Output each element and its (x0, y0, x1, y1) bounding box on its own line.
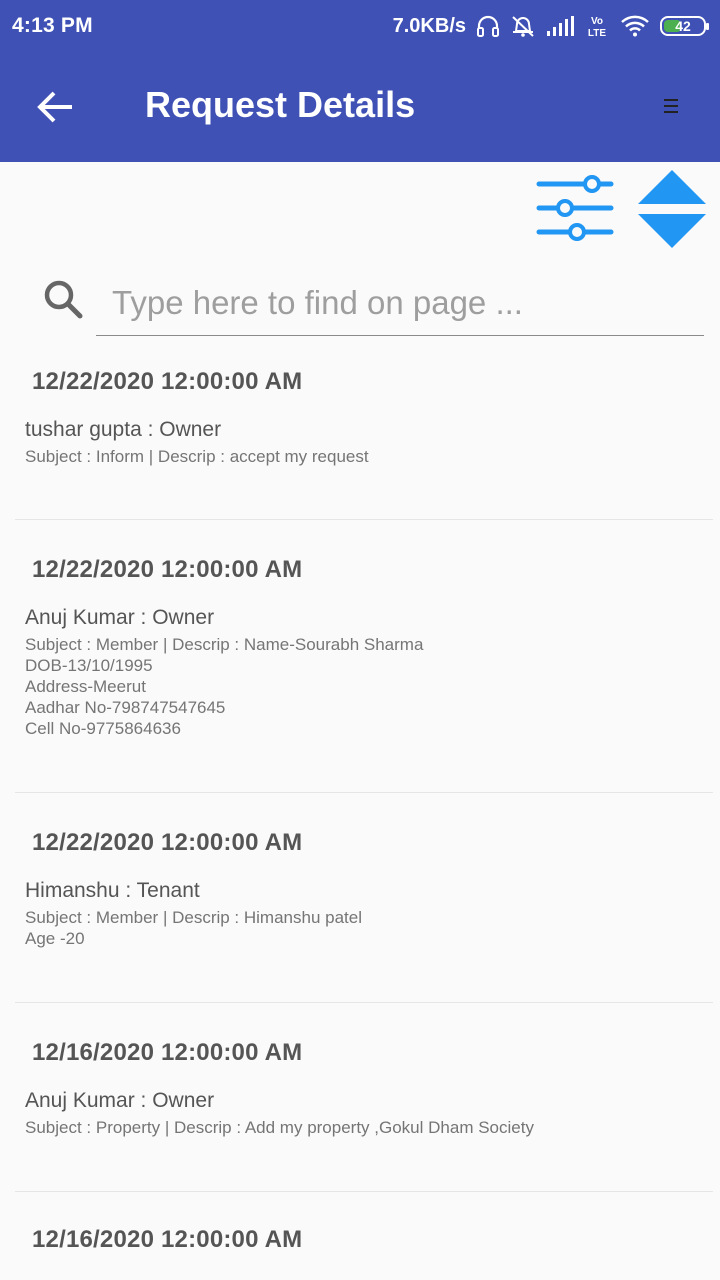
svg-text:Vo: Vo (591, 16, 603, 27)
requester-name: Anuj Kumar : Owner (25, 1089, 215, 1112)
requester-name: Anuj Kumar : Owner (25, 606, 215, 629)
list-item[interactable]: 12/22/2020 12:00:00 AM Himanshu : Tenant… (15, 793, 713, 1003)
status-time: 4:13 PM (12, 14, 93, 37)
alarm-off-icon (510, 14, 536, 38)
wifi-icon (620, 15, 650, 37)
network-speed: 7.0KB/s (392, 14, 466, 37)
headphones-icon (476, 15, 500, 37)
battery-level: 42 (675, 18, 691, 34)
request-list: 12/22/2020 12:00:00 AM tushar gupta : Ow… (0, 340, 720, 1280)
requester-name: Himanshu : Tenant (25, 879, 200, 902)
sort-up-down-icon[interactable] (636, 168, 708, 252)
request-date: 12/22/2020 12:00:00 AM (32, 368, 303, 395)
list-item[interactable]: 12/22/2020 12:00:00 AM tushar gupta : Ow… (15, 340, 713, 520)
arrow-back-icon[interactable] (36, 90, 76, 124)
app-bar: Request Details (0, 52, 720, 162)
request-date: 12/16/2020 12:00:00 AM (32, 1226, 303, 1253)
request-date: 12/22/2020 12:00:00 AM (32, 829, 303, 856)
status-bar: 4:13 PM 7.0KB/s Vo LTE 42 (0, 0, 720, 52)
list-item[interactable]: 12/16/2020 12:00:00 AM Anuj Kumar : Owne… (15, 1003, 713, 1192)
volte-icon: Vo LTE (584, 14, 610, 38)
list-item[interactable]: 12/22/2020 12:00:00 AM Anuj Kumar : Owne… (15, 520, 713, 793)
search-icon (42, 278, 84, 320)
request-description: Subject : Property | Descrip : Add my pr… (25, 1118, 534, 1137)
svg-text:LTE: LTE (588, 28, 606, 38)
request-date: 12/22/2020 12:00:00 AM (32, 556, 303, 583)
list-item[interactable]: 12/16/2020 12:00:00 AM (15, 1192, 713, 1280)
page-title: Request Details (145, 84, 416, 125)
signal-icon (546, 15, 574, 37)
request-description: Subject : Inform | Descrip : accept my r… (25, 447, 369, 466)
search-input[interactable] (96, 270, 704, 336)
hamburger-menu-icon[interactable] (660, 96, 682, 116)
status-icons: 7.0KB/s Vo LTE 42 (392, 14, 709, 38)
battery-icon: 42 (660, 16, 709, 36)
sliders-filter-icon[interactable] (534, 172, 616, 244)
request-description: Subject : Member | Descrip : Name-Sourab… (25, 635, 424, 738)
request-description: Subject : Member | Descrip : Himanshu pa… (25, 908, 362, 948)
request-date: 12/16/2020 12:00:00 AM (32, 1039, 303, 1066)
requester-name: tushar gupta : Owner (25, 418, 222, 441)
